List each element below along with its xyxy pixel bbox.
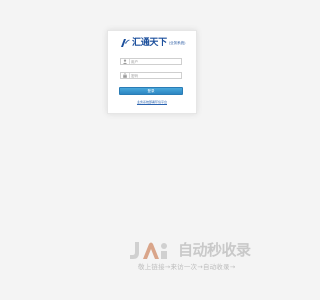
field-divider (129, 73, 130, 78)
watermark-logo-icon (130, 242, 167, 259)
password-field[interactable] (120, 72, 182, 79)
watermark-slogan: 敬上链接→来访一次→自动收录→ (138, 263, 236, 271)
watermark: 自动秒收录 敬上链接→来访一次→自动收录→ (128, 240, 288, 274)
lock-icon (123, 73, 127, 78)
username-input[interactable] (131, 59, 181, 64)
brand-logo-icon (121, 39, 130, 47)
brand-logo: 汇通天下 (业务系统) (119, 37, 186, 49)
login-card: 汇通天下 (业务系统) 登录 业务系统部署环境平台 (107, 30, 197, 114)
brand-subtitle: (业务系统) (168, 41, 186, 45)
username-field[interactable] (120, 58, 182, 65)
help-link[interactable]: 业务系统部署环境平台 (108, 100, 196, 104)
user-icon (123, 59, 127, 64)
password-input[interactable] (131, 73, 181, 78)
field-divider (129, 59, 130, 64)
watermark-brand: 自动秒收录 (178, 241, 251, 259)
login-button[interactable]: 登录 (119, 87, 183, 95)
brand-name: 汇通天下 (132, 38, 167, 48)
